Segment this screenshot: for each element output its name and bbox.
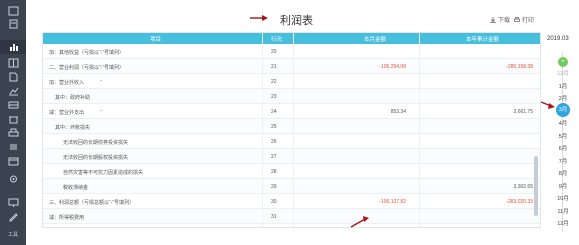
nav-calendar-icon[interactable] xyxy=(7,156,19,166)
page-title: 利润表 xyxy=(280,14,313,27)
row-line: 22 xyxy=(271,79,277,85)
row-year: -280,158.38 xyxy=(506,64,533,70)
row-line: 27 xyxy=(271,154,277,160)
header-month: 本月金额 xyxy=(364,37,387,43)
month-item[interactable]: 8月 xyxy=(554,169,572,177)
row-item: 加：其他收益（亏损以“-”号填列） xyxy=(49,50,124,56)
table-row[interactable]: 自然灾害等不可抗力因素造成的损失 28 xyxy=(43,164,540,179)
nav-doc-icon[interactable] xyxy=(7,72,19,82)
table-row[interactable]: 税收滞纳金 29 3,302.65 xyxy=(43,179,540,194)
month-selected[interactable]: 3月 xyxy=(556,102,570,117)
print-button[interactable]: 打印 xyxy=(514,15,534,24)
nav-list-icon[interactable] xyxy=(7,142,19,152)
row-year: -283,020.33 xyxy=(506,199,533,205)
table-row[interactable]: 其中：政府补助 23 xyxy=(43,89,540,104)
row-line: 28 xyxy=(271,169,277,175)
nav-table-icon[interactable] xyxy=(7,100,19,110)
table-row[interactable]: 无法收回的长期股权投资损失 27 xyxy=(43,149,540,164)
row-item: 无法收回的长期股权投资损失 xyxy=(63,155,129,161)
header-year: 本年累计金额 xyxy=(466,37,500,43)
print-label: 打印 xyxy=(522,18,535,24)
table-row[interactable]: 无法收回的长期债券投资损失 26 xyxy=(43,134,540,149)
nav-report-icon[interactable] xyxy=(0,40,26,54)
row-line: 25 xyxy=(271,124,277,130)
row-item: 无法收回的长期债券投资损失 xyxy=(63,140,129,146)
annotation-arrow-title xyxy=(250,15,268,21)
month-item[interactable]: 5月 xyxy=(554,132,572,140)
row-item: 加：营业外收入 xyxy=(49,80,85,86)
row-line: 20 xyxy=(271,49,277,55)
row-line: 23 xyxy=(271,94,277,100)
table-row[interactable]: 减：营业外支出 ⌄ 24 853.34 2,661.75 xyxy=(43,104,540,119)
month-item[interactable]: 7月 xyxy=(554,157,572,165)
table-row[interactable]: 二、营业利润（亏损以“-”号填列） 21 -105,254.08 -280,158.3… xyxy=(43,59,540,74)
nav-voucher-icon[interactable] xyxy=(7,19,19,29)
row-line: 30 xyxy=(271,199,277,205)
row-line: 21 xyxy=(271,64,277,70)
profit-table: 项目 行次 本月金额 本年累计金额 加：其他收益（亏损以“-”号填列） 20 二、营… xyxy=(42,32,541,228)
nav-settings-icon[interactable] xyxy=(7,174,19,184)
row-item: 税收滞纳金 xyxy=(63,185,89,191)
row-item: 三、利润总额（亏损总额以“-”号填列） xyxy=(49,200,134,206)
row-year: 3,302.65 xyxy=(513,184,533,190)
row-line: 24 xyxy=(271,109,277,115)
year-label[interactable]: 2019.03 xyxy=(547,36,569,42)
expand-chevron-icon[interactable]: ⌄ xyxy=(99,107,103,113)
row-year: 2,661.75 xyxy=(513,109,533,115)
month-item[interactable]: 1月 xyxy=(554,82,572,90)
row-month: 853.34 xyxy=(390,109,406,115)
row-month: -106,107.82 xyxy=(379,199,406,205)
month-timeline xyxy=(562,52,563,232)
nav-chart-icon[interactable] xyxy=(7,86,19,96)
left-nav: 工具 xyxy=(0,0,26,245)
row-item: 减：所得税费用 xyxy=(49,215,85,221)
header-line: 行次 xyxy=(271,37,283,43)
download-icon xyxy=(490,16,496,23)
table-scrollbar[interactable] xyxy=(534,156,538,216)
annotation-arrow-net-profit xyxy=(350,216,369,228)
add-period-button[interactable]: + xyxy=(558,57,568,67)
row-item: 减：营业外支出 xyxy=(49,110,85,116)
row-line: 29 xyxy=(271,184,277,190)
row-line: 26 xyxy=(271,139,277,145)
table-row[interactable]: 其中：坏账损失 25 xyxy=(43,119,540,134)
nav-tools-label[interactable]: 工具 xyxy=(0,231,26,238)
month-item[interactable]: 2月 xyxy=(554,94,572,102)
table-row[interactable]: 四、净利润（净亏损以“-”号填列）32-106,107.82-283,020.3… xyxy=(43,224,540,227)
month-item[interactable]: 12月 xyxy=(554,69,572,77)
print-icon xyxy=(514,16,520,22)
nav-home-icon[interactable] xyxy=(7,6,19,16)
row-item: 二、营业利润（亏损以“-”号填列） xyxy=(49,65,124,71)
row-item: 其中：坏账损失 xyxy=(55,125,91,131)
month-item[interactable]: 10月 xyxy=(554,194,572,202)
header-item: 项目 xyxy=(150,37,162,43)
expand-chevron-icon[interactable]: ⌄ xyxy=(99,77,103,83)
download-label: 下载 xyxy=(498,18,511,24)
nav-box-icon[interactable] xyxy=(7,114,19,124)
app-window: 工具 利润表 下载 打印 项目 行次 本月金额 本年累计金额 加：其他收益（亏损… xyxy=(0,0,579,245)
nav-ledger-icon[interactable] xyxy=(7,58,19,68)
month-item[interactable]: 6月 xyxy=(554,144,572,152)
month-item[interactable]: 11月 xyxy=(554,207,572,215)
table-row[interactable]: 三、利润总额（亏损总额以“-”号填列） 30 -106,107.82 -283,020… xyxy=(43,194,540,209)
download-button[interactable]: 下载 xyxy=(490,15,510,24)
nav-monitor-icon[interactable] xyxy=(7,198,19,208)
row-item: 自然灾害等不可抗力因素造成的损失 xyxy=(63,170,144,176)
table-row[interactable]: 减：所得税费用 31 xyxy=(43,209,540,224)
row-month: -105,254.08 xyxy=(379,64,406,70)
month-item[interactable]: 4月 xyxy=(554,119,572,127)
table-header: 项目 行次 本月金额 本年累计金额 xyxy=(43,33,540,44)
table-row[interactable]: 加：营业外收入 ⌄ 22 xyxy=(43,74,540,89)
table-row[interactable]: 加：其他收益（亏损以“-”号填列） 20 xyxy=(43,44,540,59)
annotation-arrow-month xyxy=(541,101,555,109)
month-item[interactable]: 12月 xyxy=(554,219,572,227)
month-item[interactable]: 9月 xyxy=(554,182,572,190)
nav-print-icon[interactable] xyxy=(7,128,19,138)
nav-pen-icon[interactable] xyxy=(7,212,19,222)
row-line: 31 xyxy=(271,214,277,220)
row-item: 其中：政府补助 xyxy=(55,95,91,101)
